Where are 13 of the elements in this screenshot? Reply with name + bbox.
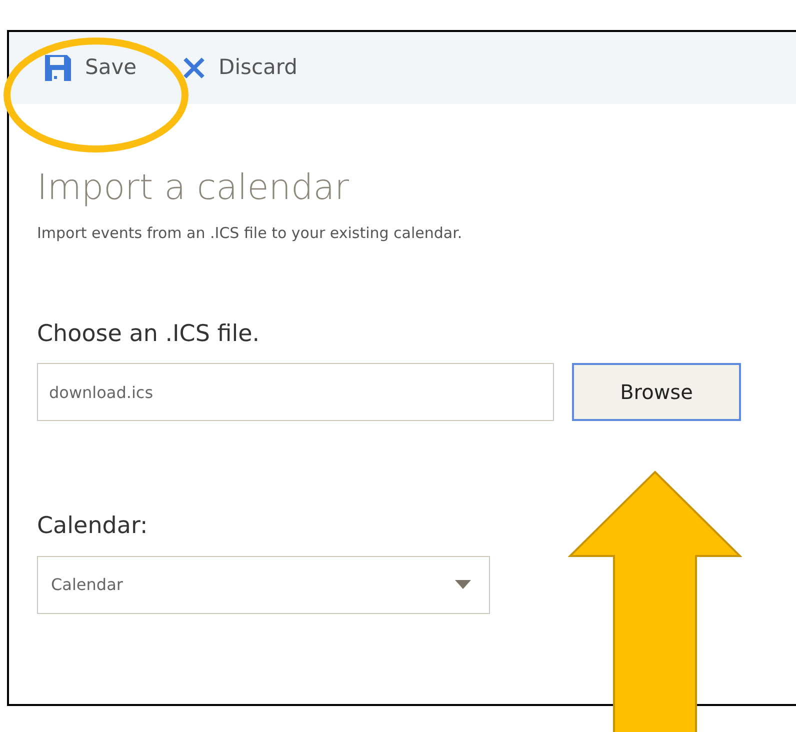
- calendar-dropdown[interactable]: Calendar: [37, 556, 490, 614]
- discard-button[interactable]: Discard: [176, 48, 304, 88]
- page-title: Import a calendar: [37, 167, 350, 210]
- save-icon: [45, 55, 71, 81]
- field-label: Choose an .ICS file.: [37, 320, 260, 348]
- save-button[interactable]: Save: [39, 48, 143, 88]
- description-text: Import events from an .ICS file to your existing calendar.: [37, 223, 462, 244]
- close-icon: [182, 57, 205, 79]
- field-label: Calendar:: [37, 512, 148, 541]
- dropdown-value: Calendar: [51, 574, 123, 596]
- file-name-field[interactable]: download.ics: [37, 363, 554, 421]
- browse-button[interactable]: Browse: [572, 363, 741, 421]
- caret-icon: [455, 580, 471, 589]
